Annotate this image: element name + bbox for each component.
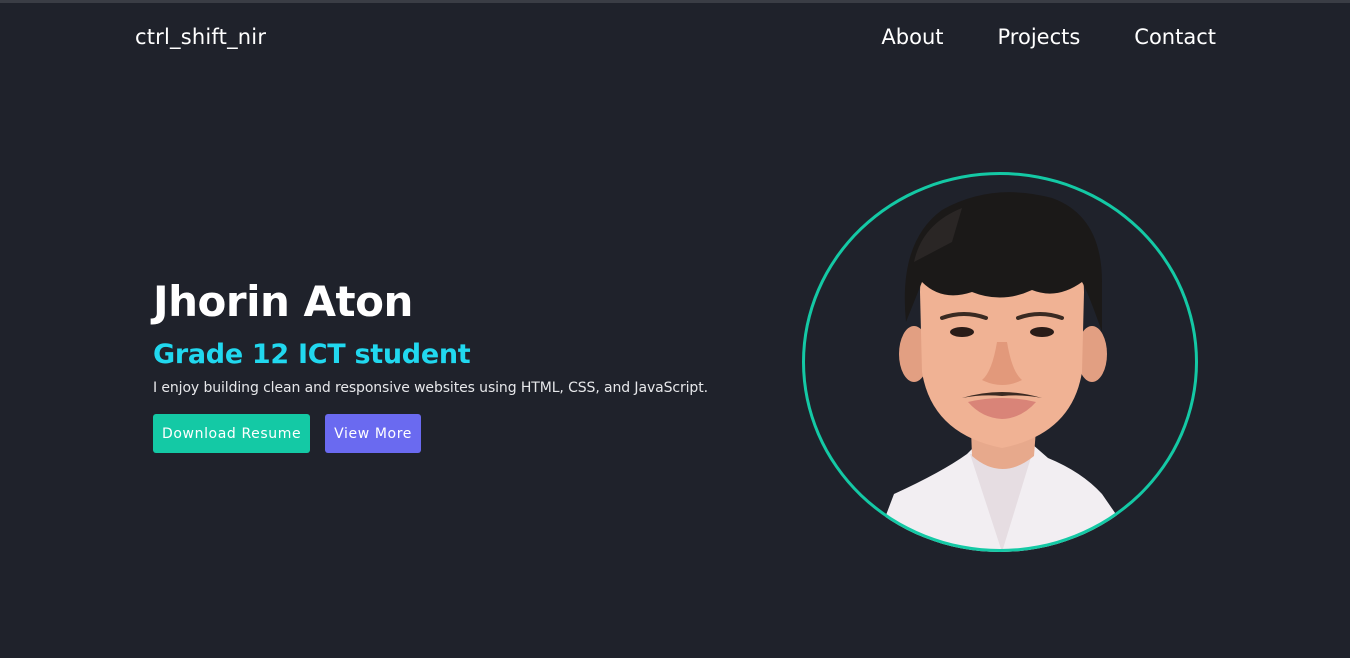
hero-section: Jhorin Aton Grade 12 ICT student I enjoy… [153, 276, 773, 398]
hero-buttons: Download Resume View More [153, 414, 421, 453]
hero-description: I enjoy building clean and responsive we… [153, 380, 708, 396]
download-resume-button[interactable]: Download Resume [153, 414, 311, 453]
hero-role: Grade 12 ICT student [153, 339, 471, 370]
nav-links: About Projects Contact [881, 25, 1216, 49]
nav-link-projects[interactable]: Projects [998, 25, 1081, 49]
view-more-button[interactable]: View More [325, 414, 421, 453]
hero-name: Jhorin Aton [153, 277, 413, 326]
nav-link-about[interactable]: About [881, 25, 943, 49]
profile-photo-illustration [872, 192, 1142, 552]
profile-photo [802, 172, 1198, 552]
nav-link-contact[interactable]: Contact [1134, 25, 1216, 49]
navbar: ctrl_shift_nir About Projects Contact [0, 3, 1350, 73]
site-logo[interactable]: ctrl_shift_nir [135, 25, 266, 49]
